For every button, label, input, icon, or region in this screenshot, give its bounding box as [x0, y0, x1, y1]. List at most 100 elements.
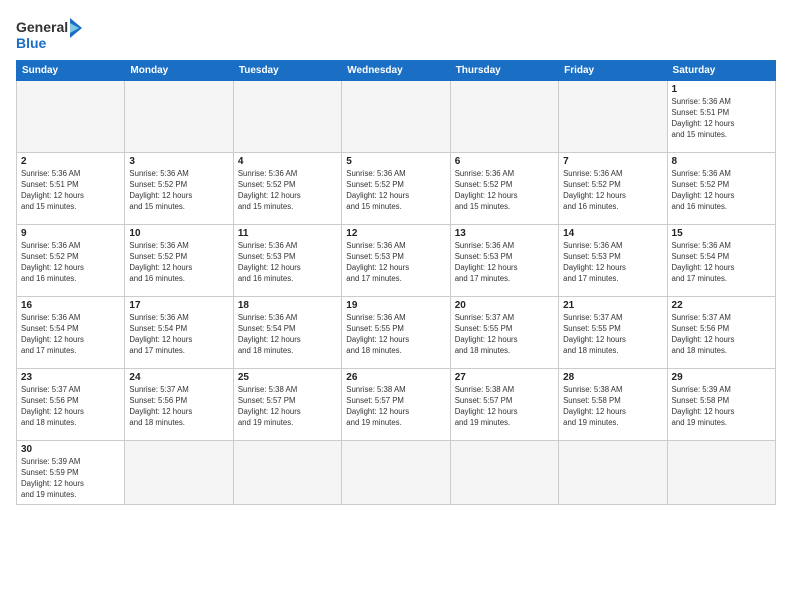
- calendar-row: 2 Sunrise: 5:36 AM Sunset: 5:51 PM Daylig…: [17, 153, 776, 225]
- day-info: Sunrise: 5:38 AM Sunset: 5:58 PM Dayligh…: [563, 385, 662, 429]
- day-info: Sunrise: 5:38 AM Sunset: 5:57 PM Dayligh…: [455, 385, 554, 429]
- table-row: 21 Sunrise: 5:37 AM Sunset: 5:55 PM Dayli…: [559, 297, 667, 369]
- table-row: 28 Sunrise: 5:38 AM Sunset: 5:58 PM Dayli…: [559, 369, 667, 441]
- table-row: [342, 441, 450, 505]
- day-info: Sunrise: 5:37 AM Sunset: 5:56 PM Dayligh…: [129, 385, 228, 429]
- day-info: Sunrise: 5:36 AM Sunset: 5:51 PM Dayligh…: [672, 97, 771, 141]
- day-number: 12: [346, 228, 445, 239]
- day-info: Sunrise: 5:37 AM Sunset: 5:56 PM Dayligh…: [672, 313, 771, 357]
- day-number: 3: [129, 156, 228, 167]
- weekday-header-row: Sunday Monday Tuesday Wednesday Thursday…: [17, 61, 776, 81]
- day-info: Sunrise: 5:36 AM Sunset: 5:52 PM Dayligh…: [129, 241, 228, 285]
- day-number: 2: [21, 156, 120, 167]
- day-info: Sunrise: 5:39 AM Sunset: 5:58 PM Dayligh…: [672, 385, 771, 429]
- day-info: Sunrise: 5:36 AM Sunset: 5:54 PM Dayligh…: [672, 241, 771, 285]
- day-info: Sunrise: 5:36 AM Sunset: 5:52 PM Dayligh…: [672, 169, 771, 213]
- table-row: 8 Sunrise: 5:36 AM Sunset: 5:52 PM Daylig…: [667, 153, 775, 225]
- table-row: [450, 441, 558, 505]
- table-row: 14Sunrise: 5:36 AM Sunset: 5:53 PM Dayli…: [559, 225, 667, 297]
- table-row: [125, 441, 233, 505]
- day-number: 29: [672, 372, 771, 383]
- table-row: [559, 441, 667, 505]
- day-number: 23: [21, 372, 120, 383]
- day-number: 19: [346, 300, 445, 311]
- header-wednesday: Wednesday: [342, 61, 450, 81]
- table-row: 6 Sunrise: 5:36 AM Sunset: 5:52 PM Daylig…: [450, 153, 558, 225]
- day-number: 6: [455, 156, 554, 167]
- day-number: 4: [238, 156, 337, 167]
- day-info: Sunrise: 5:36 AM Sunset: 5:52 PM Dayligh…: [455, 169, 554, 213]
- table-row: 23Sunrise: 5:37 AM Sunset: 5:56 PM Dayli…: [17, 369, 125, 441]
- day-info: Sunrise: 5:36 AM Sunset: 5:53 PM Dayligh…: [563, 241, 662, 285]
- header-saturday: Saturday: [667, 61, 775, 81]
- logo-svg: General Blue: [16, 16, 86, 52]
- page: General Blue Sunday Monday Tuesday Wedne…: [0, 0, 792, 612]
- table-row: [233, 441, 341, 505]
- table-row: 1 Sunrise: 5:36 AM Sunset: 5:51 PM Daylig…: [667, 81, 775, 153]
- day-info: Sunrise: 5:36 AM Sunset: 5:52 PM Dayligh…: [346, 169, 445, 213]
- day-number: 7: [563, 156, 662, 167]
- table-row: 15Sunrise: 5:36 AM Sunset: 5:54 PM Dayli…: [667, 225, 775, 297]
- svg-text:Blue: Blue: [16, 35, 47, 51]
- day-number: 16: [21, 300, 120, 311]
- table-row: 11 Sunrise: 5:36 AM Sunset: 5:53 PM Dayli…: [233, 225, 341, 297]
- table-row: 22Sunrise: 5:37 AM Sunset: 5:56 PM Dayli…: [667, 297, 775, 369]
- header-friday: Friday: [559, 61, 667, 81]
- table-row: [559, 81, 667, 153]
- day-info: Sunrise: 5:39 AM Sunset: 5:59 PM Dayligh…: [21, 457, 120, 501]
- table-row: [667, 441, 775, 505]
- table-row: 13 Sunrise: 5:36 AM Sunset: 5:53 PM Dayli…: [450, 225, 558, 297]
- day-info: Sunrise: 5:36 AM Sunset: 5:52 PM Dayligh…: [238, 169, 337, 213]
- day-number: 21: [563, 300, 662, 311]
- day-number: 28: [563, 372, 662, 383]
- table-row: 12 Sunrise: 5:36 AM Sunset: 5:53 PM Dayli…: [342, 225, 450, 297]
- day-info: Sunrise: 5:36 AM Sunset: 5:53 PM Dayligh…: [455, 241, 554, 285]
- day-number: 8: [672, 156, 771, 167]
- day-info: Sunrise: 5:36 AM Sunset: 5:52 PM Dayligh…: [563, 169, 662, 213]
- day-info: Sunrise: 5:36 AM Sunset: 5:52 PM Dayligh…: [21, 241, 120, 285]
- day-info: Sunrise: 5:37 AM Sunset: 5:55 PM Dayligh…: [455, 313, 554, 357]
- calendar-row: 23 Sunrise: 5:37 AM Sunset: 5:56 PM Dayli…: [17, 369, 776, 441]
- day-number: 1: [672, 84, 771, 95]
- day-info: Sunrise: 5:36 AM Sunset: 5:54 PM Dayligh…: [238, 313, 337, 357]
- day-number: 20: [455, 300, 554, 311]
- day-info: Sunrise: 5:36 AM Sunset: 5:53 PM Dayligh…: [238, 241, 337, 285]
- table-row: 4 Sunrise: 5:36 AM Sunset: 5:52 PM Daylig…: [233, 153, 341, 225]
- day-number: 11: [238, 228, 337, 239]
- table-row: 9 Sunrise: 5:36 AM Sunset: 5:52 PM Daylig…: [17, 225, 125, 297]
- day-number: 13: [455, 228, 554, 239]
- svg-text:General: General: [16, 19, 68, 35]
- table-row: 7 Sunrise: 5:36 AM Sunset: 5:52 PM Daylig…: [559, 153, 667, 225]
- day-info: Sunrise: 5:37 AM Sunset: 5:55 PM Dayligh…: [563, 313, 662, 357]
- day-number: 10: [129, 228, 228, 239]
- day-number: 30: [21, 444, 120, 455]
- calendar-row: 9 Sunrise: 5:36 AM Sunset: 5:52 PM Daylig…: [17, 225, 776, 297]
- calendar: Sunday Monday Tuesday Wednesday Thursday…: [16, 60, 776, 505]
- day-number: 9: [21, 228, 120, 239]
- day-info: Sunrise: 5:36 AM Sunset: 5:53 PM Dayligh…: [346, 241, 445, 285]
- table-row: 19 Sunrise: 5:36 AM Sunset: 5:55 PM Dayli…: [342, 297, 450, 369]
- day-number: 27: [455, 372, 554, 383]
- day-info: Sunrise: 5:36 AM Sunset: 5:52 PM Dayligh…: [129, 169, 228, 213]
- day-info: Sunrise: 5:36 AM Sunset: 5:51 PM Dayligh…: [21, 169, 120, 213]
- table-row: 26 Sunrise: 5:38 AM Sunset: 5:57 PM Dayli…: [342, 369, 450, 441]
- table-row: 27 Sunrise: 5:38 AM Sunset: 5:57 PM Dayli…: [450, 369, 558, 441]
- table-row: 24Sunrise: 5:37 AM Sunset: 5:56 PM Dayli…: [125, 369, 233, 441]
- header-sunday: Sunday: [17, 61, 125, 81]
- header: General Blue: [16, 16, 776, 52]
- day-number: 26: [346, 372, 445, 383]
- table-row: 25Sunrise: 5:38 AM Sunset: 5:57 PM Dayli…: [233, 369, 341, 441]
- table-row: 20 Sunrise: 5:37 AM Sunset: 5:55 PM Dayli…: [450, 297, 558, 369]
- day-info: Sunrise: 5:38 AM Sunset: 5:57 PM Dayligh…: [346, 385, 445, 429]
- day-number: 18: [238, 300, 337, 311]
- table-row: 3 Sunrise: 5:36 AM Sunset: 5:52 PM Daylig…: [125, 153, 233, 225]
- table-row: 29 Sunrise: 5:39 AM Sunset: 5:58 PM Dayli…: [667, 369, 775, 441]
- day-info: Sunrise: 5:36 AM Sunset: 5:54 PM Dayligh…: [21, 313, 120, 357]
- day-info: Sunrise: 5:36 AM Sunset: 5:55 PM Dayligh…: [346, 313, 445, 357]
- day-info: Sunrise: 5:38 AM Sunset: 5:57 PM Dayligh…: [238, 385, 337, 429]
- header-monday: Monday: [125, 61, 233, 81]
- day-number: 17: [129, 300, 228, 311]
- table-row: 2 Sunrise: 5:36 AM Sunset: 5:51 PM Daylig…: [17, 153, 125, 225]
- table-row: 30 Sunrise: 5:39 AM Sunset: 5:59 PM Dayli…: [17, 441, 125, 505]
- table-row: [342, 81, 450, 153]
